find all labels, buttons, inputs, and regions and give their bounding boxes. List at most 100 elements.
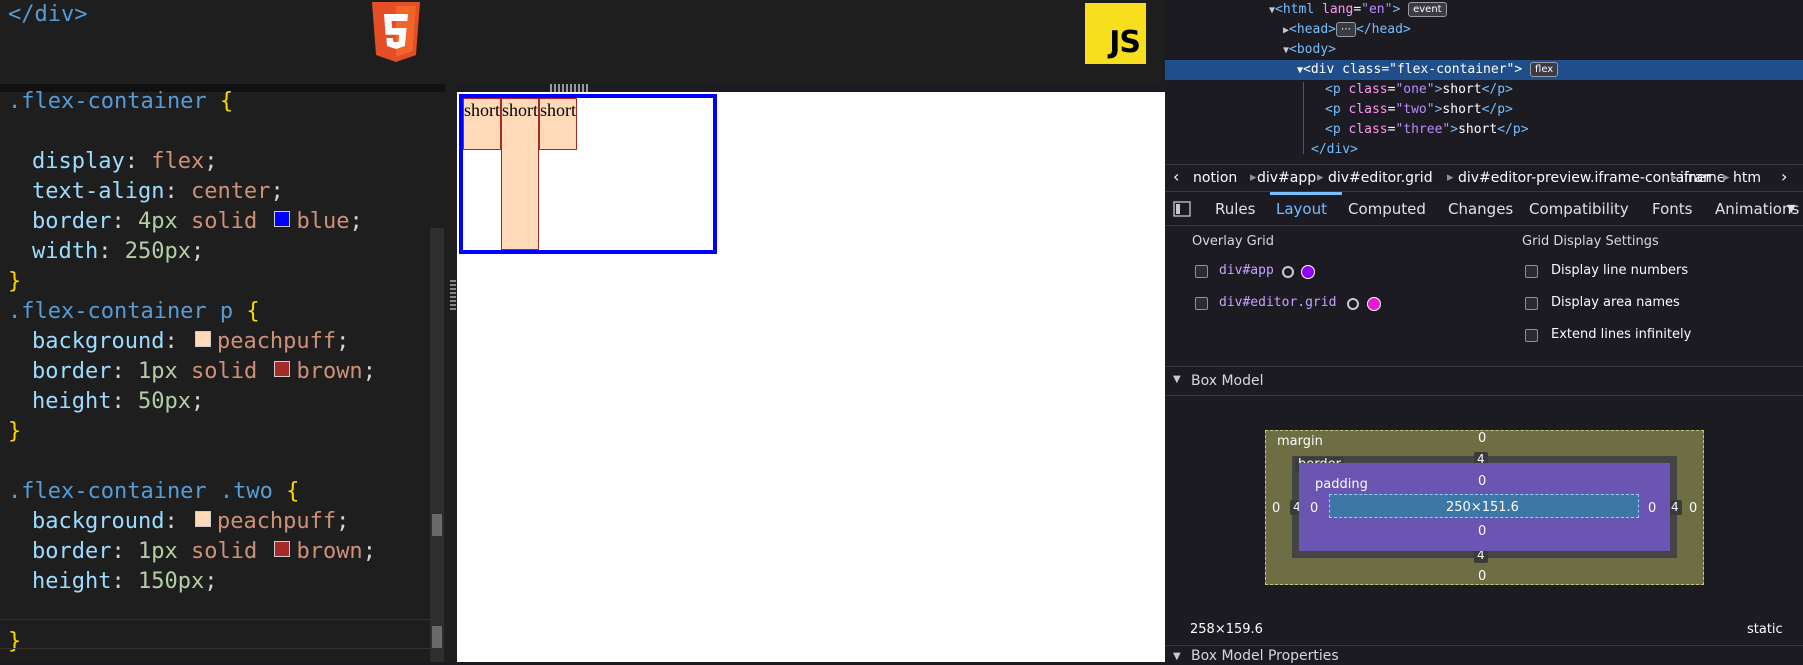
collapse-arrow-icon[interactable]: ▼ xyxy=(1173,651,1181,662)
grid-color-swatch[interactable] xyxy=(1301,265,1315,279)
content-size[interactable]: 250×151.6 xyxy=(1446,500,1519,515)
padding-right-value[interactable]: 0 xyxy=(1648,501,1656,516)
node-text: short xyxy=(1442,102,1482,117)
attr-value: "three" xyxy=(1395,122,1451,137)
css-brace: { xyxy=(246,299,260,324)
css-code-line[interactable]: border: 1px solid brown; xyxy=(32,537,376,567)
padding-left-value[interactable]: 0 xyxy=(1310,501,1318,516)
tab-rules[interactable]: Rules xyxy=(1215,200,1255,218)
flex-item-three[interactable]: short xyxy=(539,98,577,150)
css-code-line[interactable]: background: peachpuff; xyxy=(32,327,349,357)
grid-color-swatch[interactable] xyxy=(1367,297,1381,311)
position-value: static xyxy=(1747,622,1783,637)
grid-checkbox-app[interactable] xyxy=(1195,265,1208,278)
color-swatch-icon[interactable] xyxy=(274,211,291,227)
tree-div-node[interactable]: ▼<div class="flex-container"> flex xyxy=(1297,60,1559,80)
attr-name: class xyxy=(1342,62,1382,77)
crosshair-icon[interactable] xyxy=(1282,266,1294,278)
editor-scrollbar[interactable] xyxy=(430,228,444,662)
toggle-sidebar-icon[interactable] xyxy=(1173,201,1191,217)
tab-layout[interactable]: Layout xyxy=(1276,200,1327,218)
css-code-line[interactable]: text-align: center; xyxy=(32,177,284,207)
color-swatch-icon[interactable] xyxy=(194,331,211,347)
tabs-overflow-icon[interactable]: ▼ xyxy=(1787,202,1795,215)
tree-p-node[interactable]: <p class="two">short</p> xyxy=(1325,100,1513,120)
tree-p-node[interactable]: <p class="one">short</p> xyxy=(1325,80,1513,100)
css-code-line[interactable]: .flex-container { xyxy=(8,87,233,117)
flex-container[interactable]: short short short xyxy=(459,94,717,254)
scroll-marker[interactable] xyxy=(432,514,442,536)
devtools-panel[interactable]: ▼<html lang="en"> event ▶<head> ⋯ </head> … xyxy=(1165,0,1803,665)
css-code-line[interactable]: width: 250px; xyxy=(32,237,204,267)
chevron-right-icon[interactable]: › xyxy=(1781,167,1787,186)
tab-changes[interactable]: Changes xyxy=(1448,200,1513,218)
preview-frame[interactable]: short short short xyxy=(457,92,1165,662)
breadcrumb-item[interactable]: notion xyxy=(1193,170,1237,186)
checkbox-extend-lines[interactable] xyxy=(1525,329,1538,342)
css-editor-pane[interactable]: .flex-container { display: flex; text-alig… xyxy=(0,89,430,662)
flex-item-two[interactable]: short xyxy=(501,98,539,250)
grid-checkbox-editor[interactable] xyxy=(1195,297,1208,310)
css-colon: : xyxy=(111,539,138,564)
splitter-grip[interactable] xyxy=(450,280,456,310)
css-code-line[interactable]: border: 4px solid blue; xyxy=(32,207,363,237)
color-swatch-icon[interactable] xyxy=(194,511,211,527)
breadcrumb-item[interactable]: iframe xyxy=(1680,170,1725,186)
breadcrumb[interactable]: ‹ notion ▸ div#app ▸ div#editor.grid ▸ d… xyxy=(1165,164,1803,192)
scroll-marker[interactable] xyxy=(432,626,442,648)
css-code-line[interactable]: } xyxy=(8,267,21,297)
padding-top-value[interactable]: 0 xyxy=(1478,474,1486,489)
border-right-value[interactable]: 4 xyxy=(1668,500,1682,515)
box-model-properties-header[interactable]: ▼ Box Model Properties xyxy=(1165,645,1803,665)
css-code-line[interactable]: .flex-container .two { xyxy=(8,477,299,507)
margin-top-value[interactable]: 0 xyxy=(1478,431,1486,446)
horizontal-resize-grip[interactable] xyxy=(550,84,590,92)
css-code-line[interactable]: } xyxy=(8,417,21,447)
html-editor-pane[interactable]: </div> 5 xyxy=(0,0,445,84)
color-swatch-icon[interactable] xyxy=(274,361,291,377)
tree-div-close[interactable]: </div> xyxy=(1311,140,1358,160)
tree-p-node[interactable]: <p class="three">short</p> xyxy=(1325,120,1529,140)
tree-body-node[interactable]: ▼<body> xyxy=(1283,40,1336,60)
css-value: brown xyxy=(296,539,363,564)
option-label: Extend lines infinitely xyxy=(1551,327,1692,342)
css-property: width xyxy=(32,239,99,264)
flex-badge[interactable]: flex xyxy=(1530,62,1559,77)
checkbox-area-names[interactable] xyxy=(1525,297,1538,310)
vertical-splitter[interactable] xyxy=(449,84,457,662)
margin-bottom-value[interactable]: 0 xyxy=(1478,569,1486,584)
collapse-arrow-icon[interactable]: ▼ xyxy=(1173,374,1181,385)
html-code-line[interactable]: </div> xyxy=(8,2,87,27)
breadcrumb-item[interactable]: div#app xyxy=(1257,170,1316,186)
css-semicolon: ; xyxy=(270,179,284,204)
tab-computed[interactable]: Computed xyxy=(1348,200,1426,218)
code-editor[interactable]: </div> 5 .flex-container { display: flex;… xyxy=(0,0,449,662)
margin-left-value[interactable]: 0 xyxy=(1272,501,1280,516)
color-swatch-icon[interactable] xyxy=(274,541,291,557)
option-label: Display area names xyxy=(1551,295,1680,310)
breadcrumb-item[interactable]: div#editor.grid xyxy=(1328,170,1433,186)
css-code-line[interactable]: height: 50px; xyxy=(32,387,204,417)
css-code-line[interactable]: border: 1px solid brown; xyxy=(32,357,376,387)
css-value: 150px xyxy=(137,569,205,594)
css-code-line[interactable]: .flex-container p { xyxy=(8,297,260,327)
breadcrumb-item[interactable]: htm xyxy=(1733,170,1761,186)
css-code-line[interactable]: height: 150px; xyxy=(32,567,217,597)
tab-fonts[interactable]: Fonts xyxy=(1652,200,1692,218)
ellipsis-icon[interactable]: ⋯ xyxy=(1336,22,1356,37)
chevron-left-icon[interactable]: ‹ xyxy=(1173,167,1179,186)
checkbox-line-numbers[interactable] xyxy=(1525,265,1538,278)
css-code-line[interactable]: display: flex; xyxy=(32,147,217,177)
margin-right-value[interactable]: 0 xyxy=(1689,501,1697,516)
tree-head-node[interactable]: ▶<head> ⋯ </head> xyxy=(1283,20,1411,40)
tree-html-node[interactable]: ▼<html lang="en"> event xyxy=(1269,0,1447,20)
tab-compatibility[interactable]: Compatibility xyxy=(1529,200,1629,218)
js-editor-pane[interactable] xyxy=(449,0,1165,84)
box-model-header[interactable]: ▼ Box Model xyxy=(1165,366,1803,396)
event-badge[interactable]: event xyxy=(1408,2,1447,17)
crosshair-icon[interactable] xyxy=(1347,298,1359,310)
margin-label: margin xyxy=(1277,434,1323,449)
padding-bottom-value[interactable]: 0 xyxy=(1478,524,1486,539)
flex-item-one[interactable]: short xyxy=(463,98,501,150)
css-code-line[interactable]: background: peachpuff; xyxy=(32,507,349,537)
